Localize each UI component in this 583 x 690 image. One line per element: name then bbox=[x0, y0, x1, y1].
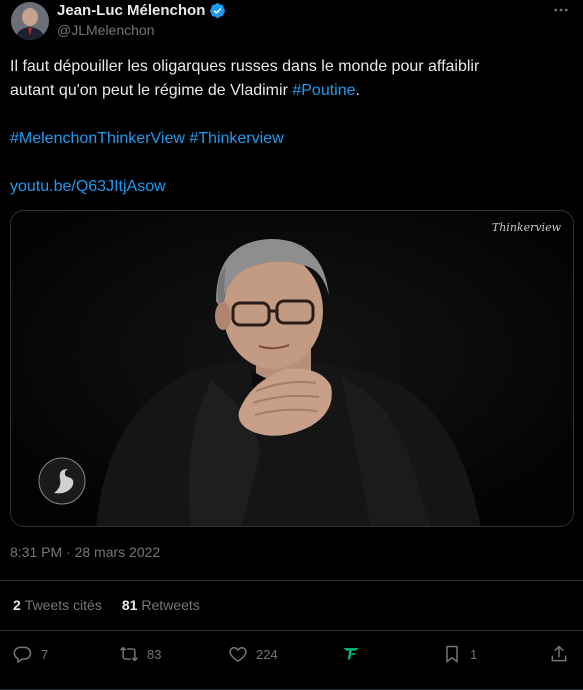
tweet-text-line-2-suffix: . bbox=[355, 82, 360, 99]
retweet-icon bbox=[120, 646, 138, 662]
author-name-row[interactable]: Jean-Luc Mélenchon bbox=[57, 2, 226, 19]
tweet-text-line-2: autant qu'on peut le régime de Vladimir … bbox=[10, 79, 575, 103]
hashtag-poutine-link[interactable]: #Poutine bbox=[292, 82, 355, 99]
more-options-icon[interactable] bbox=[551, 0, 571, 20]
action-bar: 7 83 224 1 bbox=[0, 644, 583, 670]
bookmark-count: 1 bbox=[470, 646, 478, 662]
bookmark-button[interactable]: 1 bbox=[442, 644, 477, 664]
retweets-stat[interactable]: 81 Retweets bbox=[122, 597, 200, 613]
verified-badge-icon bbox=[209, 2, 226, 19]
retweets-stat-count: 81 bbox=[121, 597, 138, 613]
retweet-button[interactable]: 83 bbox=[119, 644, 161, 664]
link-line: youtu.be/Q63JItjAsow bbox=[10, 175, 575, 199]
bookmark-icon bbox=[446, 645, 458, 663]
hashtags-line: #MelenchonThinkerView #Thinkerview bbox=[10, 127, 575, 151]
tweet-text: Il faut dépouiller les oligarques russes… bbox=[10, 55, 575, 199]
tweet-text-line-1: Il faut dépouiller les oligarques russes… bbox=[10, 58, 480, 75]
video-watermark: Thinkerview bbox=[491, 221, 561, 234]
divider-middle bbox=[0, 630, 583, 631]
youtube-link[interactable]: youtu.be/Q63JItjAsow bbox=[10, 178, 166, 195]
tweet-header: Jean-Luc Mélenchon @JLMelenchon bbox=[0, 0, 583, 48]
reply-count: 7 bbox=[41, 646, 49, 662]
reply-button[interactable]: 7 bbox=[13, 644, 48, 664]
reply-icon bbox=[13, 646, 32, 664]
app-share-button[interactable] bbox=[341, 644, 361, 664]
hashtag-melenchonthinkerview-link[interactable]: #MelenchonThinkerView bbox=[10, 130, 185, 147]
quote-tweets-count: 2 bbox=[13, 597, 21, 613]
heart-icon bbox=[229, 646, 247, 662]
quote-tweets-label: Tweets cités bbox=[24, 597, 102, 613]
avatar[interactable] bbox=[11, 2, 49, 40]
retweet-count: 83 bbox=[147, 646, 162, 662]
quote-tweets-stat[interactable]: 2 Tweets cités bbox=[13, 597, 102, 613]
like-button[interactable]: 224 bbox=[228, 644, 278, 664]
tweet-text-line-2-prefix: autant qu'on peut le régime de Vladimir bbox=[10, 82, 293, 99]
tweet-timestamp[interactable]: 8:31 PM · 28 mars 2022 bbox=[10, 544, 160, 560]
tweet-stats: 2 Tweets cités 81 Retweets bbox=[13, 597, 200, 613]
retweets-stat-label: Retweets bbox=[141, 597, 200, 613]
divider-top bbox=[0, 580, 583, 581]
author-display-name[interactable]: Jean-Luc Mélenchon bbox=[57, 2, 205, 19]
share-icon bbox=[551, 645, 567, 662]
share-button[interactable] bbox=[549, 644, 569, 664]
like-count: 224 bbox=[256, 646, 278, 662]
author-handle[interactable]: @JLMelenchon bbox=[57, 22, 155, 38]
swan-logo-icon bbox=[38, 457, 86, 505]
tweet-blank-line-2 bbox=[10, 151, 575, 175]
hashtag-thinkerview-link[interactable]: #Thinkerview bbox=[189, 130, 283, 147]
video-frame-illustration bbox=[11, 211, 573, 526]
green-app-logo-icon bbox=[343, 648, 359, 660]
media-video-thumbnail[interactable]: Thinkerview bbox=[10, 210, 574, 527]
